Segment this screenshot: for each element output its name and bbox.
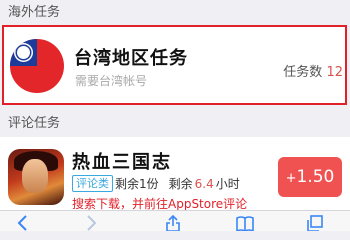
- game-app-icon: [8, 149, 64, 205]
- taiwan-flag-icon: [10, 39, 64, 93]
- task-title: 台湾地区任务: [74, 48, 188, 69]
- taiwan-task-card[interactable]: 台湾地区任务 需要台湾帐号 任务数 12: [2, 25, 347, 105]
- reward-plus: +: [285, 171, 297, 186]
- reward-button[interactable]: +1.50元: [278, 157, 342, 229]
- game-meta: 评论类 剩余1份 剩余 6.4 小时: [72, 175, 242, 192]
- bookmarks-icon[interactable]: [236, 215, 254, 231]
- browser-toolbar: [0, 210, 350, 231]
- time-suffix: 小时: [215, 177, 240, 191]
- forward-icon[interactable]: [82, 215, 100, 231]
- tabs-icon[interactable]: [306, 215, 324, 231]
- game-title: 热血三国志: [72, 152, 172, 173]
- remaining-count: 剩余1份: [115, 177, 159, 191]
- time-prefix: 剩余: [168, 177, 193, 191]
- back-icon[interactable]: [14, 215, 32, 231]
- task-subtitle: 需要台湾帐号: [75, 74, 148, 88]
- section-header-overseas: 海外任务: [0, 0, 350, 26]
- task-count-value: 12: [326, 65, 343, 80]
- category-tag: 评论类: [72, 175, 113, 192]
- task-count-label: 任务数: [283, 65, 323, 80]
- task-count: 任务数 12: [283, 61, 343, 80]
- section-header-review: 评论任务: [0, 111, 350, 137]
- time-value: 6.4: [194, 176, 214, 191]
- share-icon[interactable]: [164, 215, 182, 231]
